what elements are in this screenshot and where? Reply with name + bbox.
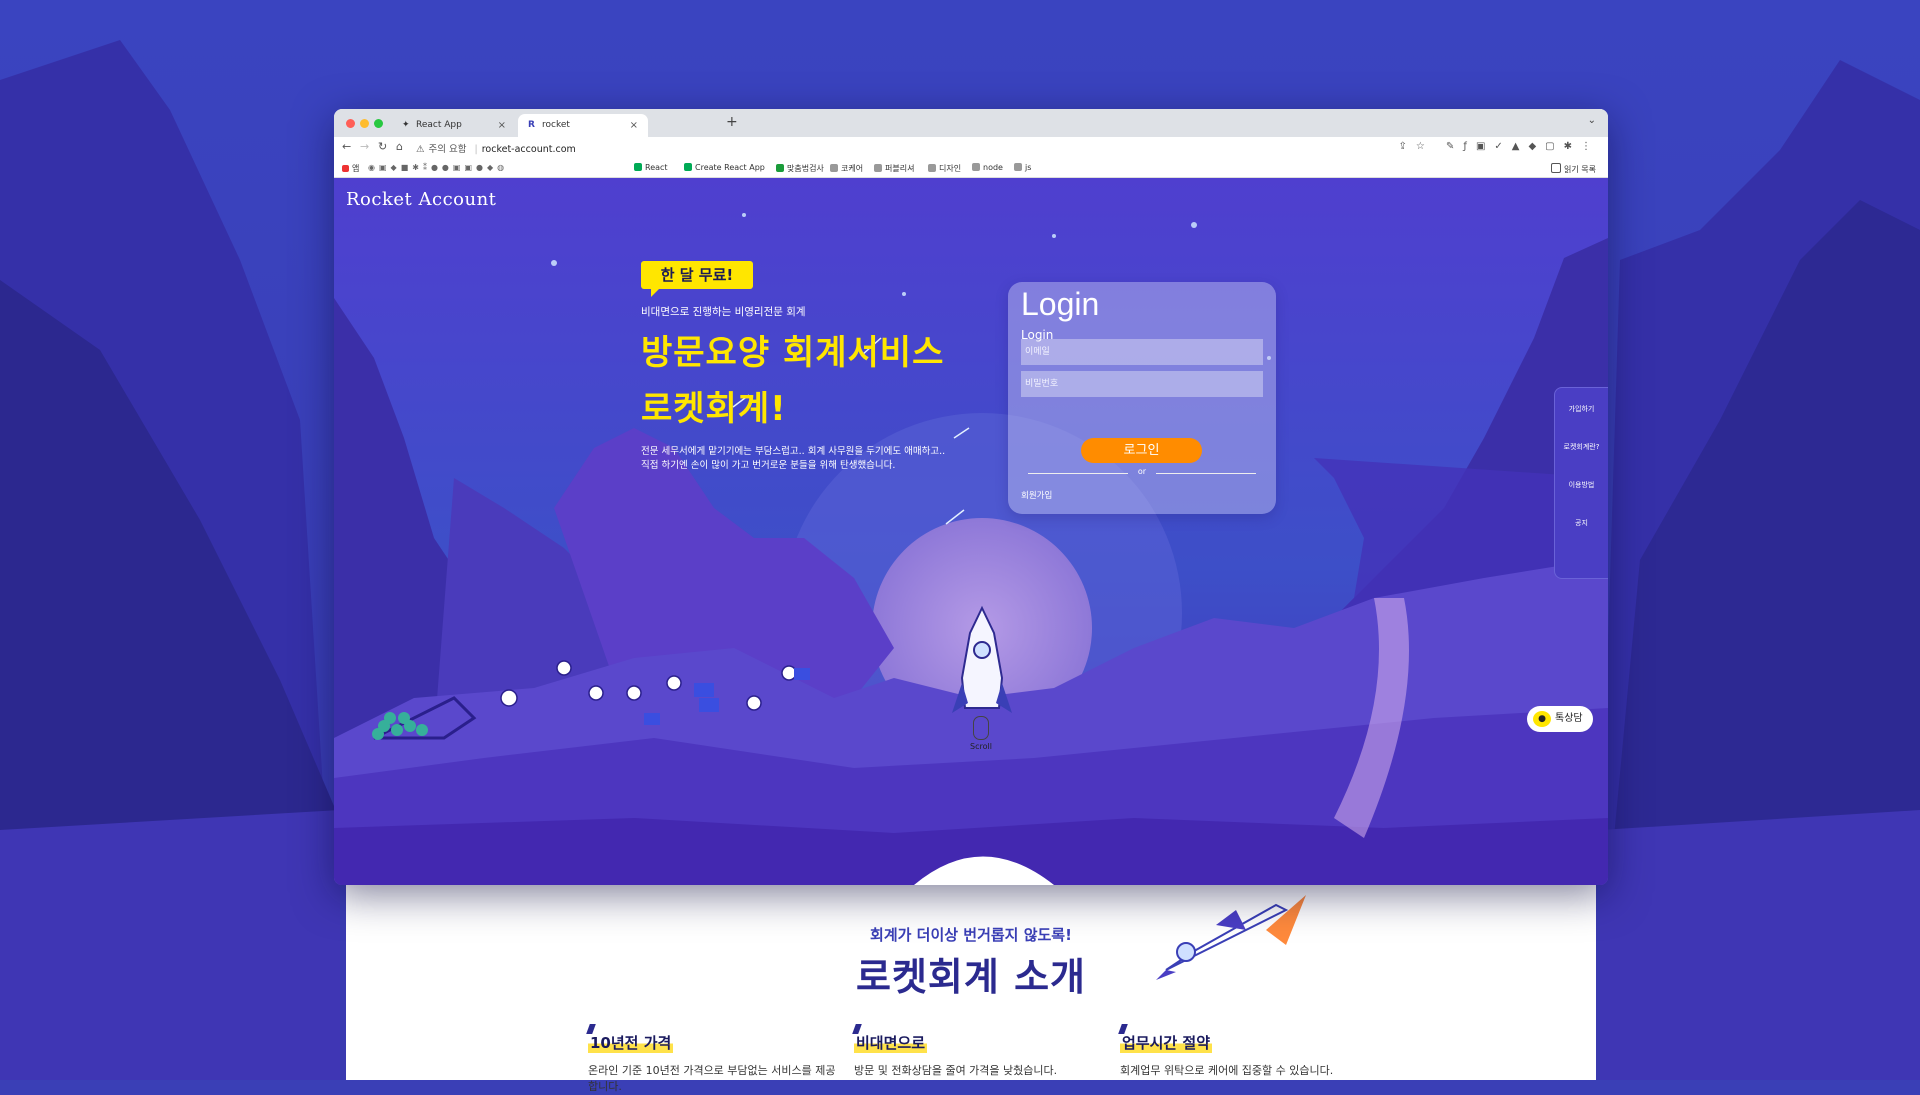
- or-divider: or: [1021, 467, 1263, 476]
- feature-desc: 방문 및 전화상담을 줄여 가격을 낮췄습니다.: [854, 1064, 1058, 1077]
- chat-bubble-icon: ●: [1533, 711, 1551, 727]
- bookmarks-bar: 앱 ◉▣◆■✱⁑●●▣▣●◆◍ React Create React App 맞…: [334, 159, 1608, 178]
- bookmark-apps[interactable]: 앱: [342, 163, 359, 174]
- feature-title: 비대면으로: [854, 1032, 928, 1053]
- hero-headline-line2: 로켓회계!: [641, 389, 787, 429]
- side-menu-howto[interactable]: 이용방법: [1555, 480, 1608, 490]
- signup-link[interactable]: 회원가입: [1021, 489, 1052, 501]
- password-field[interactable]: [1021, 371, 1263, 397]
- feature-card: 10년전 가격 온라인 기준 10년전 가격으로 부담없는 서비스를 제공합니다…: [586, 1024, 838, 1095]
- browser-window: ✦ React App × Rrocket × + ⌄ ← → ↻ ⌂ ⚠ 주의 요…: [334, 109, 1608, 885]
- react-icon: ✦: [402, 120, 410, 130]
- flying-rocket-illustration: [1156, 895, 1306, 980]
- bookmark-create-react-app[interactable]: Create React App: [684, 163, 765, 172]
- tab-react-app[interactable]: ✦ React App ×: [392, 114, 516, 137]
- address-bar: ← → ↻ ⌂ ⚠ 주의 요함 | rocket-account.com ⇪☆ ✎ƒ▣…: [334, 137, 1608, 159]
- scroll-label: Scroll: [970, 742, 992, 751]
- kakao-chat-button[interactable]: ● 톡상담: [1527, 706, 1593, 732]
- feature-desc: 온라인 기준 10년전 가격으로 부담없는 서비스를 제공합니다.: [588, 1064, 836, 1093]
- close-window-icon[interactable]: [346, 119, 355, 128]
- tab-title: rocket: [542, 120, 570, 130]
- home-icon[interactable]: ⌂: [396, 140, 403, 153]
- side-menu-notice[interactable]: 공지: [1555, 518, 1608, 528]
- bookmark-folder[interactable]: 퍼블리셔: [874, 163, 914, 174]
- bookmark-folder[interactable]: 코케어: [830, 163, 863, 174]
- web-page: Rocket Account 한 달 무료! 비대면으로 진행하는 비영리전문 …: [334, 178, 1608, 885]
- email-field[interactable]: [1021, 339, 1263, 365]
- bookmark-folder[interactable]: node: [972, 163, 1003, 172]
- mouse-icon: [973, 716, 989, 740]
- login-button[interactable]: 로그인: [1081, 438, 1202, 463]
- feature-card: 비대면으로 방문 및 전화상담을 줄여 가격을 낮췄습니다.: [852, 1024, 1104, 1079]
- kakao-chat-label: 톡상담: [1555, 713, 1583, 724]
- url-warning: 주의 요함: [428, 144, 467, 155]
- tab-bar: ✦ React App × Rrocket × + ⌄: [334, 109, 1608, 137]
- feature-title: 업무시간 절약: [1120, 1032, 1213, 1053]
- warning-icon: ⚠: [416, 144, 425, 155]
- feature-card: 업무시간 절약 회계업무 위탁으로 케어에 집중할 수 있습니다.: [1118, 1024, 1370, 1079]
- bookmark-react[interactable]: React: [634, 163, 668, 172]
- intro-tagline: 회계가 더이상 번거롭지 않도록!: [870, 926, 1072, 944]
- bookmark-icons[interactable]: ◉▣◆■✱⁑●●▣▣●◆◍: [368, 163, 508, 172]
- feature-desc: 회계업무 위탁으로 케어에 집중할 수 있습니다.: [1120, 1064, 1334, 1077]
- site-logo[interactable]: Rocket Account: [346, 189, 496, 210]
- free-month-badge: 한 달 무료!: [641, 261, 753, 297]
- back-icon[interactable]: ←: [342, 140, 351, 153]
- tab-rocket[interactable]: Rrocket ×: [518, 114, 648, 137]
- hero-headline-line1: 방문요양 회계서비스: [641, 333, 945, 373]
- tab-title: React App: [416, 120, 462, 130]
- login-title: Login: [1021, 286, 1100, 322]
- reading-list[interactable]: 읽기 목록: [1551, 163, 1596, 175]
- bookmark-spellcheck[interactable]: 맞춤법검사: [776, 163, 824, 174]
- hero-headline: 방문요양 회계서비스 로켓회계!: [641, 325, 944, 437]
- forward-icon[interactable]: →: [360, 140, 369, 153]
- side-menu-signup[interactable]: 가입하기: [1555, 404, 1608, 414]
- side-menu-about[interactable]: 로켓회계란?: [1555, 442, 1608, 452]
- tab-close-icon[interactable]: ×: [630, 114, 638, 137]
- scroll-indicator[interactable]: Scroll: [941, 716, 1021, 751]
- intro-section: 회계가 더이상 번거롭지 않도록! 로켓회계 소개 10년전 가격 온라인 기준…: [346, 880, 1596, 1093]
- bookmark-folder[interactable]: js: [1014, 163, 1031, 172]
- chevron-down-icon[interactable]: ⌄: [1588, 115, 1596, 126]
- hero-subtitle: 비대면으로 진행하는 비영리전문 회계: [641, 306, 806, 318]
- feature-title: 10년전 가격: [588, 1032, 674, 1053]
- extension-icons[interactable]: ⇪☆ ✎ƒ▣✓▲◆▢✱⋮: [1399, 141, 1600, 152]
- url-text: rocket-account.com: [481, 144, 576, 155]
- side-menu: 가입하기 로켓회계란? 이용방법 공지: [1554, 387, 1608, 579]
- night-scene-illustration: [334, 178, 1608, 885]
- reload-icon[interactable]: ↻: [378, 140, 387, 153]
- new-tab-button[interactable]: +: [726, 114, 738, 130]
- login-panel: Login Login 로그인 or 회원가입: [1008, 282, 1276, 514]
- minimize-window-icon[interactable]: [360, 119, 369, 128]
- rocket-r-icon: R: [528, 120, 535, 130]
- maximize-window-icon[interactable]: [374, 119, 383, 128]
- url-field[interactable]: ⚠ 주의 요함 | rocket-account.com: [416, 141, 576, 155]
- bookmark-folder[interactable]: 디자인: [928, 163, 961, 174]
- tab-close-icon[interactable]: ×: [498, 114, 506, 137]
- hero-description: 전문 세무서에게 맡기기에는 부담스럽고.. 회계 사무원을 두기에도 애매하고…: [641, 446, 946, 471]
- intro-heading: 로켓회계 소개: [856, 955, 1086, 999]
